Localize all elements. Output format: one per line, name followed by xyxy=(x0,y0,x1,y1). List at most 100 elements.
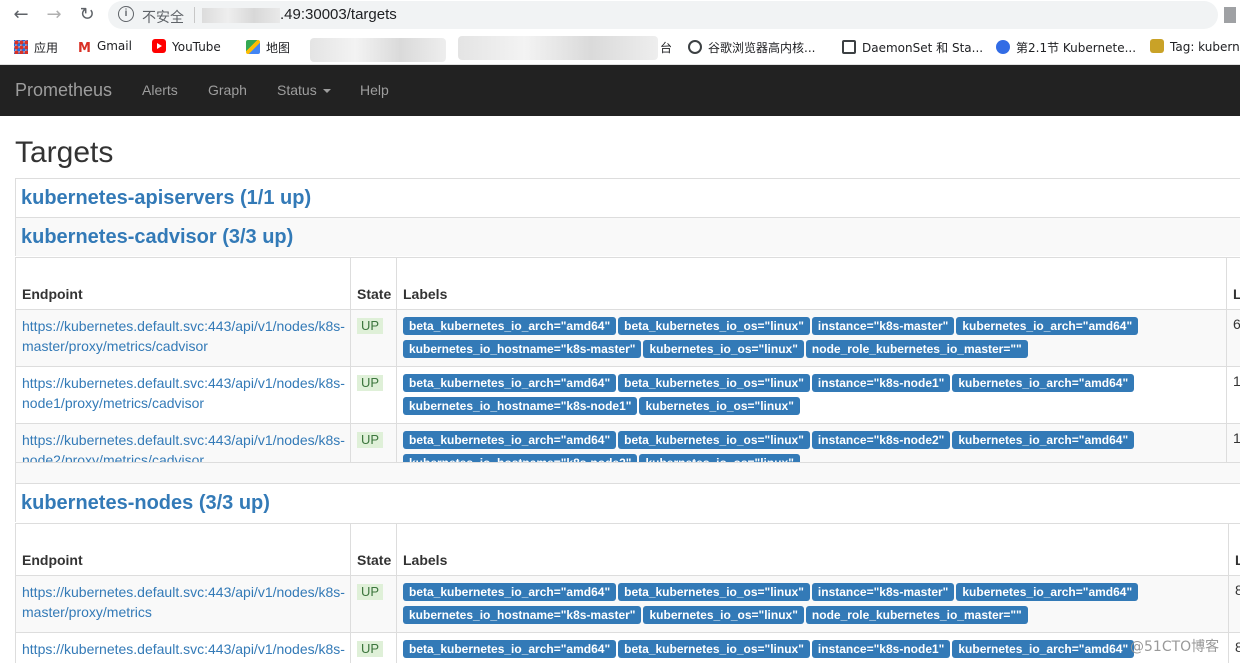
endpoint-cell: https://kubernetes.default.svc:443/api/v… xyxy=(15,575,351,633)
back-arrow-icon[interactable]: ← xyxy=(10,4,32,26)
state-badge: UP xyxy=(357,584,384,600)
last-scrape-cell: 6 a xyxy=(1226,309,1240,367)
endpoint-cell: https://kubernetes.default.svc:443/api/v… xyxy=(15,366,351,424)
url-text[interactable]: .49:30003/targets xyxy=(280,6,397,23)
endpoint-link[interactable]: https://kubernetes.default.svc:443/api/v… xyxy=(22,639,345,663)
job-heading-nodes[interactable]: kubernetes-nodes (3/3 up) xyxy=(21,491,270,515)
labels-cell: beta_kubernetes_io_arch="amd64" beta_kube… xyxy=(396,575,1229,633)
endpoint-link[interactable]: https://kubernetes.default.svc:443/api/v… xyxy=(22,373,345,413)
table-row: https://kubernetes.default.svc:443/api/v… xyxy=(15,309,1240,367)
bookmark-tag[interactable]: Tag: kubern xyxy=(1150,39,1240,54)
label-badge: kubernetes_io_hostname="k8s-master" xyxy=(403,606,642,624)
label-badge: beta_kubernetes_io_arch="amd64" xyxy=(403,431,617,449)
page-menu-icon[interactable] xyxy=(1224,7,1236,23)
label-badge: instance="k8s-master" xyxy=(811,317,955,335)
labels-cell: beta_kubernetes_io_arch="amd64" beta_kube… xyxy=(396,632,1229,663)
book-icon xyxy=(842,40,856,54)
col-labels: Labels xyxy=(396,523,1229,576)
nav-status[interactable]: Status xyxy=(277,82,331,98)
table-spacer xyxy=(15,462,1240,483)
cadvisor-targets-table: Endpoint State Labels L S https://kubern… xyxy=(15,257,1240,481)
col-labels: Labels xyxy=(396,257,1227,310)
last-scrape-cell: 8 xyxy=(1228,632,1240,663)
label-badge: beta_kubernetes_io_arch="amd64" xyxy=(403,583,617,601)
label-badge: beta_kubernetes_io_os="linux" xyxy=(618,317,810,335)
state-badge: UP xyxy=(357,432,384,448)
label-badge: beta_kubernetes_io_arch="amd64" xyxy=(403,317,617,335)
label-badge: beta_kubernetes_io_os="linux" xyxy=(618,431,810,449)
table-header-row: Endpoint State Labels L S xyxy=(15,523,1240,576)
prometheus-navbar: Prometheus Alerts Graph Status Help xyxy=(0,65,1240,116)
bookmark-partial[interactable]: 台 xyxy=(660,39,672,56)
nav-help[interactable]: Help xyxy=(360,82,389,98)
label-badge: instance="k8s-node2" xyxy=(811,431,951,449)
labels-cell: beta_kubernetes_io_arch="amd64" beta_kube… xyxy=(396,309,1227,367)
label-badge: instance="k8s-node1" xyxy=(811,374,951,392)
bookmark-kubernetes[interactable]: 第2.1节 Kubernete... xyxy=(996,39,1136,56)
label-badge: kubernetes_io_hostname="k8s-master" xyxy=(403,340,642,358)
bookmark-youtube[interactable]: YouTube xyxy=(152,39,221,54)
endpoint-link[interactable]: https://kubernetes.default.svc:443/api/v… xyxy=(22,582,345,622)
bookmark-gmail[interactable]: M Gmail xyxy=(78,39,132,56)
redacted-host xyxy=(202,8,280,23)
info-icon[interactable]: i xyxy=(118,6,134,22)
label-badge: beta_kubernetes_io_arch="amd64" xyxy=(403,374,617,392)
globe-icon xyxy=(688,40,702,54)
label-badge: instance="k8s-node1" xyxy=(811,640,951,658)
last-scrape-cell: 8 a xyxy=(1228,575,1240,633)
label-badge: kubernetes_io_os="linux" xyxy=(639,397,800,415)
bookmark-daemonset[interactable]: DaemonSet 和 Sta... xyxy=(842,39,983,56)
nav-graph[interactable]: Graph xyxy=(208,82,247,98)
label-badge: kubernetes_io_os="linux" xyxy=(643,606,804,624)
label-badge: beta_kubernetes_io_os="linux" xyxy=(618,374,810,392)
label-badge: beta_kubernetes_io_os="linux" xyxy=(618,583,810,601)
job-heading-cadvisor[interactable]: kubernetes-cadvisor (3/3 up) xyxy=(21,225,293,249)
table-row: https://kubernetes.default.svc:443/api/v… xyxy=(15,366,1240,424)
nodes-targets-table: Endpoint State Labels L S https://kubern… xyxy=(15,523,1240,663)
kubernetes-icon xyxy=(996,40,1010,54)
label-badge: kubernetes_io_arch="amd64" xyxy=(956,583,1139,601)
gmail-icon: M xyxy=(78,41,91,56)
label-badge: beta_kubernetes_io_os="linux" xyxy=(618,640,810,658)
tag-icon xyxy=(1150,39,1164,53)
table-row: https://kubernetes.default.svc:443/api/v… xyxy=(15,632,1240,663)
col-state: State xyxy=(350,257,397,310)
last-scrape-cell: 1 a xyxy=(1226,366,1240,424)
bookmark-maps[interactable]: 地图 xyxy=(246,39,290,56)
label-badge: node_role_kubernetes_io_master="" xyxy=(805,340,1028,358)
label-badge: kubernetes_io_arch="amd64" xyxy=(952,640,1135,658)
brand-link[interactable]: Prometheus xyxy=(15,80,112,101)
table-row: https://kubernetes.default.svc:443/api/v… xyxy=(15,575,1240,633)
redacted-bookmark xyxy=(310,38,446,62)
label-badge: kubernetes_io_arch="amd64" xyxy=(956,317,1139,335)
col-last-scrape: L S xyxy=(1228,523,1240,576)
nav-alerts[interactable]: Alerts xyxy=(142,82,178,98)
watermark: @51CTO博客 xyxy=(1130,639,1220,655)
page-title: Targets xyxy=(15,136,114,169)
caret-down-icon xyxy=(322,89,331,94)
label-badge: kubernetes_io_os="linux" xyxy=(643,340,804,358)
table-header-row: Endpoint State Labels L S xyxy=(15,257,1240,310)
forward-arrow-icon[interactable]: → xyxy=(43,4,65,26)
state-badge: UP xyxy=(357,318,384,334)
bookmark-apps[interactable]: 应用 xyxy=(14,39,58,56)
maps-icon xyxy=(246,40,260,54)
reload-icon[interactable]: ↻ xyxy=(76,4,98,26)
state-cell: UP xyxy=(350,366,397,424)
job-heading-apiservers[interactable]: kubernetes-apiservers (1/1 up) xyxy=(21,186,311,210)
label-badge: beta_kubernetes_io_arch="amd64" xyxy=(403,640,617,658)
state-cell: UP xyxy=(350,309,397,367)
col-endpoint: Endpoint xyxy=(15,257,351,310)
youtube-icon xyxy=(152,39,166,53)
insecure-label: 不安全 xyxy=(142,10,184,26)
redacted-bookmark xyxy=(458,36,658,60)
label-badge: kubernetes_io_arch="amd64" xyxy=(952,374,1135,392)
state-badge: UP xyxy=(357,375,384,391)
col-state: State xyxy=(350,523,397,576)
url-field[interactable]: i 不安全 .49:30003/targets xyxy=(108,1,1218,29)
endpoint-link[interactable]: https://kubernetes.default.svc:443/api/v… xyxy=(22,316,345,356)
bookmark-chrome[interactable]: 谷歌浏览器高内核... xyxy=(688,39,815,56)
endpoint-cell: https://kubernetes.default.svc:443/api/v… xyxy=(15,309,351,367)
label-badge: instance="k8s-master" xyxy=(811,583,955,601)
state-cell: UP xyxy=(350,632,397,663)
